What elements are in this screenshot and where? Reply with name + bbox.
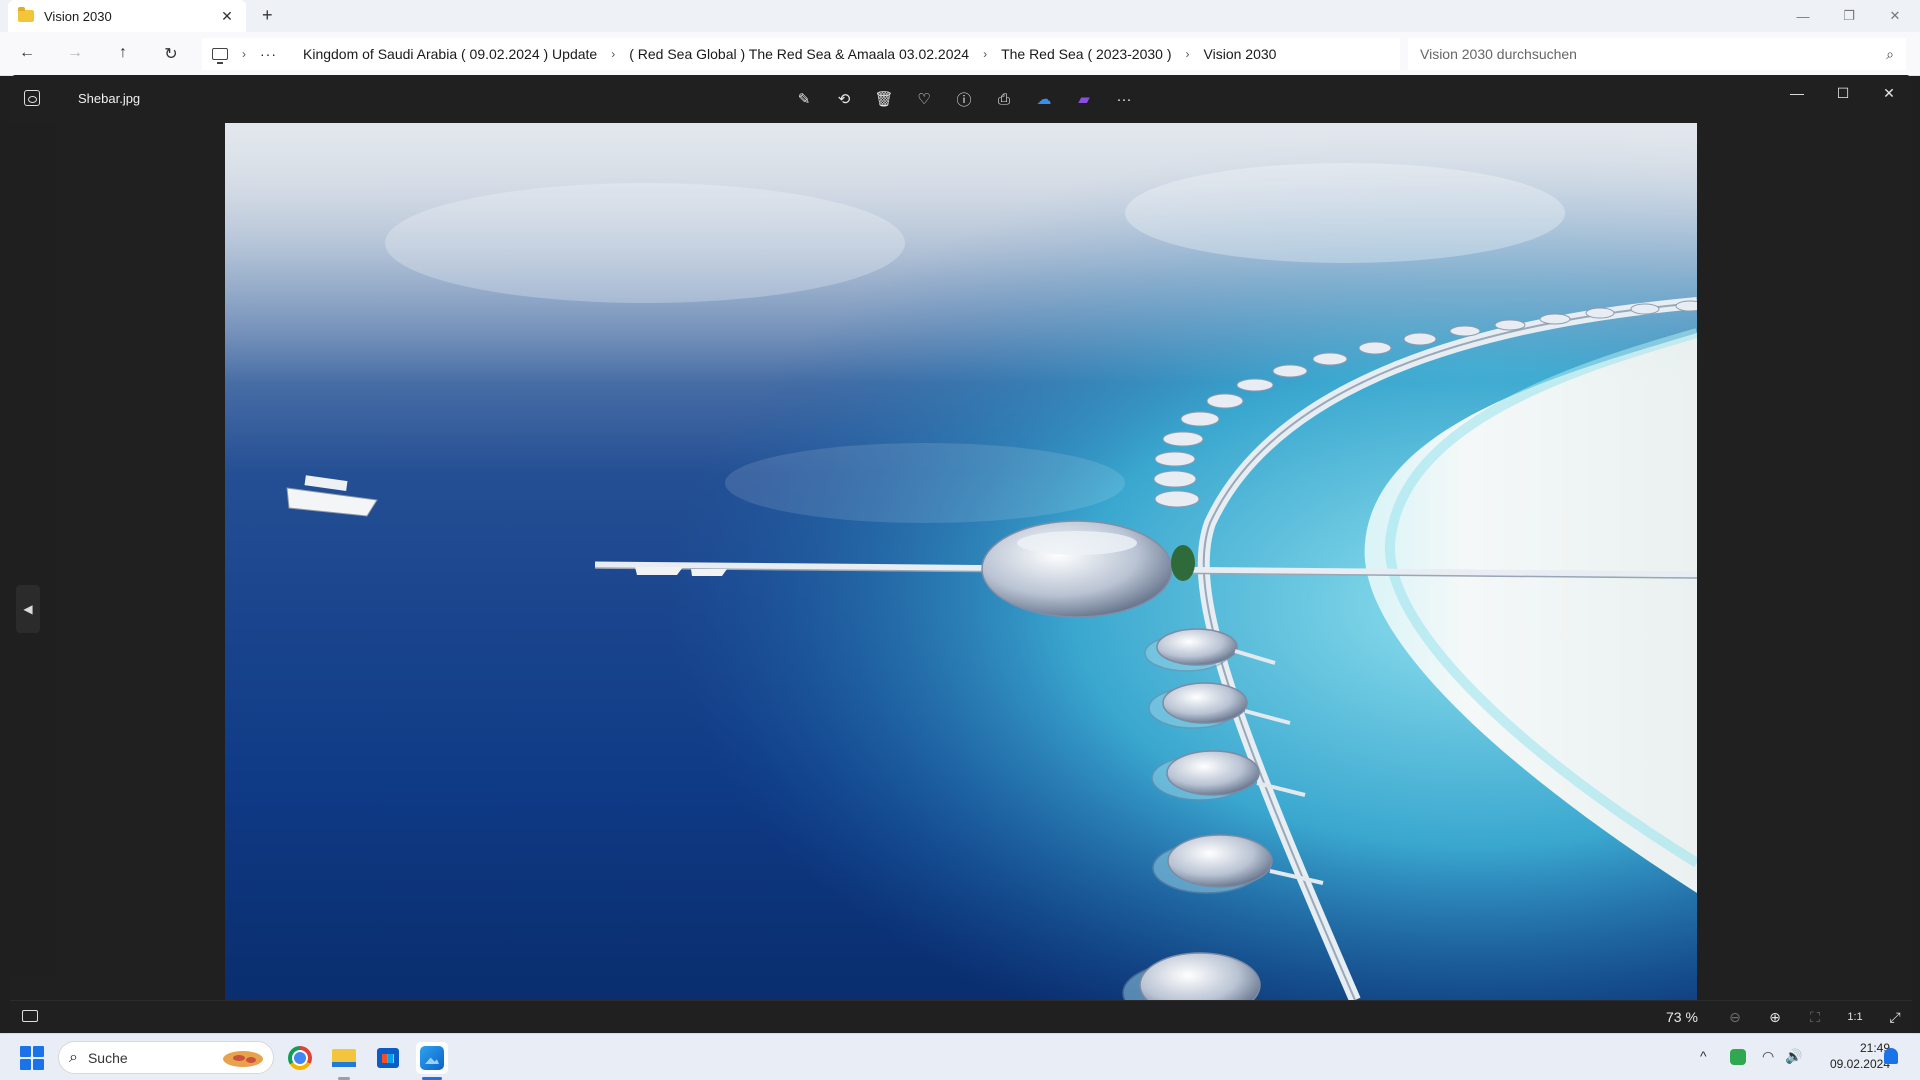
close-window-button[interactable]: ✕ [1872,0,1918,32]
windows-logo-icon [33,1046,44,1057]
start-button[interactable] [20,1046,44,1070]
wifi-icon[interactable]: ◠ [1762,1048,1774,1065]
actual-size-icon[interactable]: 1:1 [1842,1005,1868,1029]
photo-canvas [225,123,1697,1000]
tab-close-button[interactable]: ✕ [218,8,236,25]
windows-logo-icon [33,1059,44,1070]
zoom-in-icon[interactable]: ⊕ [1762,1005,1788,1029]
fullscreen-icon[interactable]: ⤢ [1882,1005,1908,1029]
breadcrumb-item-the-red-sea[interactable]: The Red Sea ( 2023-2030 ) [1001,46,1171,62]
breadcrumb-separator[interactable]: › [1186,47,1190,61]
breadcrumb-overflow-button[interactable]: ··· [260,46,277,62]
photos-taskbar-button[interactable] [416,1042,448,1074]
breadcrumb-item-saudi-arabia[interactable]: Kingdom of Saudi Arabia ( 09.02.2024 ) U… [303,46,597,62]
print-icon[interactable]: ⎙ [990,85,1018,113]
restore-button[interactable]: ❐ [1826,0,1872,32]
chrome-icon [288,1046,312,1070]
windows-logo-icon [20,1059,31,1070]
taskbar-search-box[interactable]: ⌕ Suche [58,1041,274,1074]
clock-time: 21:49 [1859,1041,1890,1055]
refresh-button[interactable]: ↻ [160,44,182,64]
clipchamp-icon[interactable]: ▰ [1070,85,1098,113]
viewer-toolbar: ✎ ⟲ 🗑 ♡ ⓘ ⎙ ☁ ▰ ··· [790,85,1138,113]
new-tab-button[interactable]: + [262,5,273,26]
breadcrumb-item-red-sea-global[interactable]: ( Red Sea Global ) The Red Sea & Amaala … [629,46,969,62]
forward-button[interactable]: → [64,44,86,62]
shield-icon [1730,1049,1746,1065]
zoom-out-icon[interactable]: ⊖ [1722,1005,1748,1029]
search-icon: ⌕ [69,1048,78,1066]
explorer-tab[interactable]: Vision 2030 ✕ [8,0,246,32]
security-icon[interactable] [1730,1049,1746,1065]
photos-app-icon [24,90,40,106]
photos-icon [420,1046,444,1070]
clock-date: 09.02.2024 [1829,1057,1890,1071]
file-name: Shebar.jpg [78,91,141,106]
search-input[interactable]: Vision 2030 durchsuchen [1420,46,1886,62]
viewer-status-bar: 73 % ⊖ ⊕ ⛶ 1:1 ⤢ [10,1000,1912,1033]
onedrive-icon[interactable]: ☁ [1030,85,1058,113]
this-pc-icon[interactable] [212,48,228,64]
more-options-icon[interactable]: ··· [1110,85,1138,113]
taskbar-search-label: Suche [87,1049,128,1066]
breadcrumb-separator[interactable]: › [611,47,615,61]
filmstrip-toggle-icon[interactable] [22,1010,38,1022]
photos-viewer-window: Shebar.jpg ✎ ⟲ 🗑 ♡ ⓘ ⎙ ☁ ▰ ··· — ☐ ✕ ◀ 7… [10,75,1912,1033]
store-taskbar-button[interactable] [372,1042,404,1074]
tab-title: Vision 2030 [44,8,112,24]
favorite-icon[interactable]: ♡ [910,85,938,113]
explorer-tab-strip: Vision 2030 ✕ + — ❐ ✕ [0,0,1920,32]
minimize-button[interactable]: — [1780,0,1826,32]
breadcrumb-separator[interactable]: › [242,47,246,61]
breadcrumb-separator[interactable]: › [983,47,987,61]
viewer-minimize-button[interactable]: — [1774,75,1820,111]
photo-image [225,123,1697,1000]
notification-bell-icon[interactable] [1884,1048,1898,1064]
chrome-taskbar-button[interactable] [284,1042,316,1074]
windows-logo-icon [20,1046,31,1057]
up-button[interactable]: ↑ [112,44,134,62]
fit-to-window-icon[interactable]: ⛶ [1802,1005,1828,1029]
viewer-left-gutter: ◀ [10,123,56,975]
tray-chevron-icon[interactable]: ^ [1700,1048,1707,1064]
delete-icon[interactable]: 🗑 [870,85,898,113]
search-highlight-icon [223,1051,263,1067]
clock[interactable]: 21:49 09.02.2024 [1806,1040,1890,1072]
viewer-maximize-button[interactable]: ☐ [1820,75,1866,111]
previous-image-button[interactable]: ◀ [16,585,40,633]
edit-image-icon[interactable]: ✎ [790,85,818,113]
search-box[interactable]: Vision 2030 durchsuchen ⌕ [1408,38,1906,70]
file-explorer-icon [332,1049,356,1067]
taskbar: ⌕ Suche ^ ◠ 🔊 21:49 09.02.2024 [0,1033,1920,1080]
file-info-icon[interactable]: ⓘ [950,85,978,113]
back-button[interactable]: ← [16,44,38,62]
rotate-icon[interactable]: ⟲ [830,85,858,113]
zoom-level[interactable]: 73 % [1666,1009,1698,1025]
folder-icon [18,7,34,22]
viewer-title-bar: Shebar.jpg ✎ ⟲ 🗑 ♡ ⓘ ⎙ ☁ ▰ ··· — ☐ ✕ [10,75,1912,123]
search-icon: ⌕ [1886,45,1894,62]
explorer-address-bar: ← → ↑ ↻ › ··· Kingdom of Saudi Arabia ( … [0,32,1920,76]
viewer-close-button[interactable]: ✕ [1866,75,1912,111]
volume-icon[interactable]: 🔊 [1785,1048,1802,1065]
breadcrumb-item-vision-2030[interactable]: Vision 2030 [1204,46,1277,62]
file-explorer-taskbar-button[interactable] [328,1042,360,1074]
microsoft-store-icon [377,1048,399,1068]
breadcrumb[interactable]: › ··· Kingdom of Saudi Arabia ( 09.02.20… [202,38,1400,70]
